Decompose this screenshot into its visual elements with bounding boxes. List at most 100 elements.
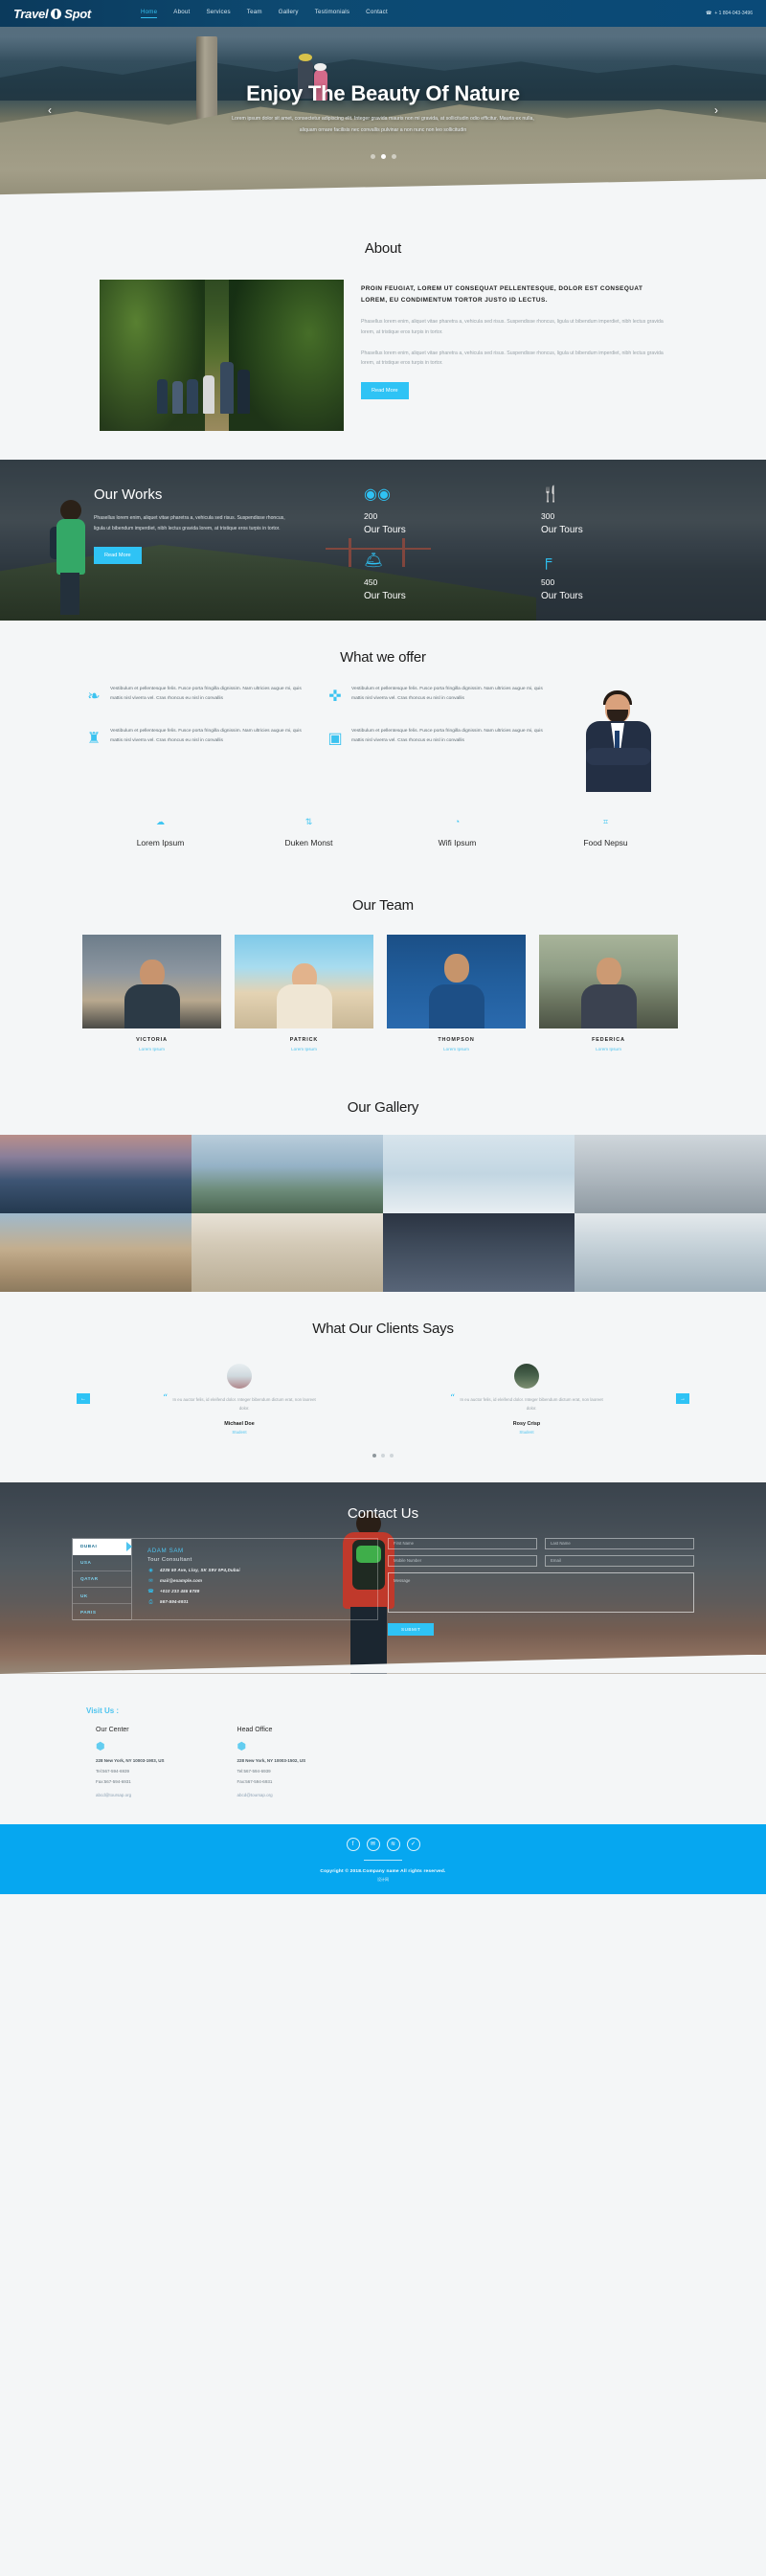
gallery-image-tourist-ruins[interactable] [0, 1213, 192, 1292]
hero-dot-2[interactable] [380, 154, 386, 159]
feature-food-nepsu[interactable]: ⌗ Food Nepsu [531, 817, 680, 847]
castle-icon: ♜ [86, 731, 101, 747]
map-pin-icon: ◉ [148, 1567, 153, 1573]
works-paragraph: Phasellus lorem enim, aliquet vitae phar… [94, 515, 285, 531]
vk-icon[interactable]: ✓ [406, 1837, 420, 1851]
testimonial-text-1: In eu auctor felis, id eleifend dolor. I… [172, 1397, 316, 1412]
email-input[interactable] [545, 1554, 694, 1567]
contact-tab-usa[interactable]: USA [73, 1555, 131, 1571]
works-title: Our Works [94, 486, 163, 503]
works-read-more-button[interactable]: Read More [94, 547, 142, 565]
site-logo[interactable]: Travel Spot [13, 7, 91, 21]
testimonials-title: What Our Clients Says [312, 1321, 454, 1337]
bed-icon: 🛎 [364, 553, 384, 569]
team-member-card[interactable]: VICTORIA Lorem Ipsum [82, 935, 221, 1051]
feature-label-3: Wifi Ipsum [438, 838, 477, 847]
testimonial-dot-3[interactable] [390, 1453, 394, 1457]
testimonial-role-1: Student [232, 1429, 247, 1435]
office-fax-2: Fax:567-594-6931 [237, 1778, 273, 1784]
team-name-1: VICTORIA [136, 1037, 168, 1043]
nav-item-home[interactable]: Home [140, 9, 158, 18]
team-photo-patrick [235, 935, 373, 1028]
sort-icon: ⇅ [304, 817, 313, 826]
about-heading: PROIN FEUGIAT, LOREM UT CONSEQUAT PELLEN… [361, 285, 643, 304]
feature-duken-monst[interactable]: ⇅ Duken Monst [235, 817, 383, 847]
testimonial-avatar-rosy [514, 1364, 539, 1389]
stat-label-3: Our Tours [364, 591, 406, 601]
contact-email[interactable]: mail@example.com [160, 1578, 202, 1583]
hero-dot-3[interactable] [391, 154, 396, 159]
nav-item-team[interactable]: Team [247, 9, 262, 18]
team-role-4: Lorem Ipsum [596, 1047, 621, 1051]
site-footer: f ✉ ≋ ✓ Copyright © 2018.Company name Al… [0, 1823, 766, 1894]
testimonial-dot-1[interactable] [372, 1453, 376, 1457]
gallery-image-travel-flatlay[interactable] [192, 1213, 383, 1292]
team-member-card[interactable]: PATRICK Lorem Ipsum [235, 935, 373, 1051]
rss-icon[interactable]: ≋ [386, 1837, 400, 1851]
testimonial-card: “ In eu auctor felis, id eleifend dolor.… [389, 1364, 665, 1435]
nav-item-gallery[interactable]: Gallery [279, 9, 299, 18]
copyright-text: Copyright © 2018.Company name All rights… [320, 1868, 446, 1874]
main-navigation: Home About Services Team Gallery Testimo… [140, 9, 388, 18]
office-our-center: Our Center ⬢ 228 New York, NY 10003-1903… [96, 1727, 165, 1797]
hero-title: Enjoy The Beauty Of Nature [246, 80, 520, 105]
hero-subtitle: Lorem ipsum dolor sit amet, consectetur … [232, 115, 534, 133]
envelope-icon: ✉ [148, 1577, 153, 1584]
first-name-input[interactable] [388, 1537, 537, 1549]
team-member-card[interactable]: FEDERICA Lorem Ipsum [539, 935, 678, 1051]
testimonial-next-button[interactable]: → [676, 1393, 689, 1405]
gallery-image-train[interactable] [574, 1213, 766, 1292]
location-badge-icon: ⬢ [237, 1740, 247, 1752]
our-team-section: Our Team VICTORIA Lorem Ipsum PATRICK Lo… [0, 872, 766, 1076]
phone-icon: ☎ [706, 11, 712, 16]
social-links: f ✉ ≋ ✓ [0, 1837, 766, 1851]
office-email-2[interactable]: abcd@toursap.org [237, 1793, 306, 1797]
office-email-1[interactable]: abcd@toursap.org [96, 1793, 165, 1797]
testimonial-prev-button[interactable]: ← [77, 1393, 90, 1405]
message-textarea[interactable] [388, 1571, 694, 1613]
nav-item-about[interactable]: About [173, 9, 190, 18]
feature-lorem-ipsum[interactable]: ☁ Lorem Ipsum [86, 817, 235, 847]
fax-icon: ⎙ [148, 1598, 153, 1605]
team-member-card[interactable]: THOMPSON Lorem Ipsum [387, 935, 526, 1051]
header-phone[interactable]: ☎ + 1 804-043-3496 [706, 11, 753, 16]
stat-item-tours-300: 🍴 300 Our Tours [541, 486, 689, 535]
gallery-image-city-skyline[interactable] [0, 1135, 192, 1213]
contact-tab-uk[interactable]: UK [73, 1588, 131, 1605]
nav-item-services[interactable]: Services [206, 9, 230, 18]
hero-prev-arrow[interactable]: ‹ [43, 103, 56, 117]
testimonial-avatar-michael [227, 1364, 252, 1389]
testimonials-section: What Our Clients Says ← “ In eu auctor f… [0, 1292, 766, 1482]
testimonial-card: “ In eu auctor felis, id eleifend dolor.… [101, 1364, 377, 1435]
hero-dot-1[interactable] [370, 154, 375, 159]
what-we-offer-section: What we offer ❧ Vestibulum et pellentesq… [0, 621, 766, 872]
contact-email-row: ✉ mail@example.com [147, 1578, 377, 1584]
about-title: About [364, 240, 402, 257]
contact-tab-paris[interactable]: PARIS [73, 1604, 131, 1621]
about-read-more-button[interactable]: Read More [361, 382, 409, 400]
gallery-image-airplane-cabin[interactable] [383, 1213, 574, 1292]
gallery-image-hikers-viewpoint[interactable] [192, 1135, 383, 1213]
twitter-icon[interactable]: ✉ [366, 1837, 380, 1851]
gallery-image-buses[interactable] [574, 1135, 766, 1213]
feature-label-4: Food Nepsu [583, 838, 628, 847]
nav-item-testimonials[interactable]: Testimonials [315, 9, 349, 18]
contact-tab-dubai[interactable]: DUBAI [73, 1538, 132, 1555]
our-gallery-section: Our Gallery [0, 1076, 766, 1292]
feature-wifi-ipsum[interactable]: ◔ Wifi Ipsum [383, 817, 531, 847]
logo-text-travel: Travel [13, 6, 49, 21]
facebook-icon[interactable]: f [346, 1837, 360, 1851]
office-tel-2: Tel:567-594-6939 [237, 1768, 271, 1774]
last-name-input[interactable] [545, 1537, 694, 1549]
contact-tab-qatar[interactable]: QATAR [73, 1571, 131, 1589]
stat-item-tours-200: ◉◉ 200 Our Tours [364, 486, 512, 535]
hero-next-arrow[interactable]: › [710, 103, 723, 117]
gallery-image-snow-skiers[interactable] [383, 1135, 574, 1213]
office-address-2: 228 New York, NY 10003-1502, US [237, 1757, 306, 1763]
submit-button[interactable]: SUBMIT [388, 1622, 435, 1636]
about-paragraph-2: Phasellus lorem enim, aliquet vitae phar… [361, 350, 664, 367]
testimonial-dot-2[interactable] [381, 1453, 385, 1457]
mobile-number-input[interactable] [388, 1554, 537, 1567]
nav-item-contact[interactable]: Contact [366, 9, 388, 18]
offer-features-row: ☁ Lorem Ipsum ⇅ Duken Monst ◔ Wifi Ipsum… [86, 817, 680, 847]
